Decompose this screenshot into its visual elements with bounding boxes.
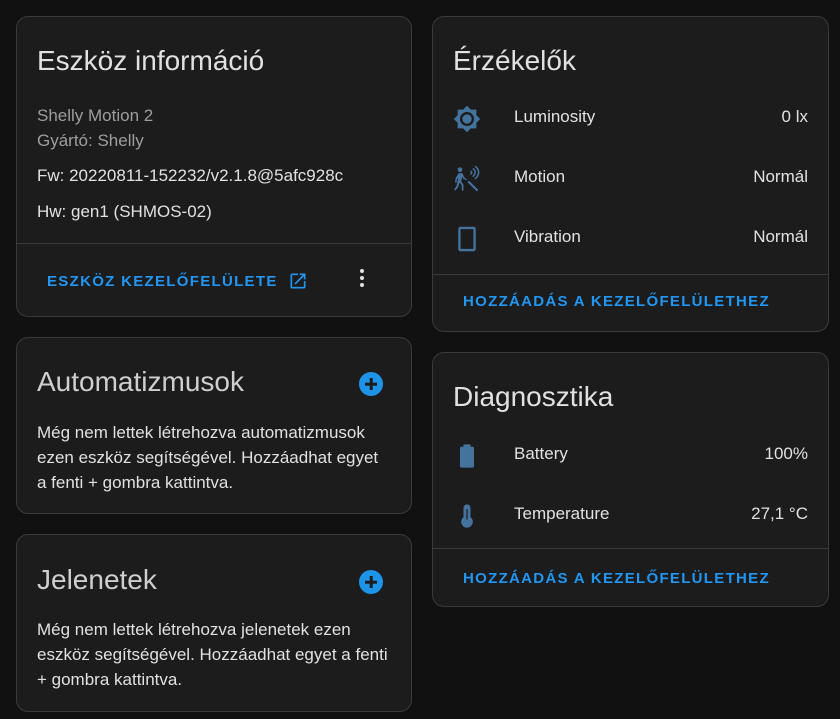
divider <box>433 548 828 549</box>
sensors-add-to-dashboard-button[interactable]: HOZZÁADÁS A KEZELŐFELÜLETHEZ <box>463 293 770 310</box>
sensor-row-luminosity[interactable]: Luminosity 0 lx <box>433 97 828 137</box>
sensor-label: Vibration <box>514 227 581 246</box>
device-info-title: Eszköz információ <box>37 45 265 76</box>
diagnostic-value: 27,1 °C <box>751 504 808 523</box>
sensors-card: Érzékelők Luminosity 0 lx Motion Normál … <box>432 16 829 332</box>
battery-icon <box>460 444 474 468</box>
thermometer-icon <box>461 504 473 528</box>
device-info-card: Eszköz információ Shelly Motion 2 Gyártó… <box>16 16 412 317</box>
sensor-label: Motion <box>514 167 566 186</box>
add-automation-button[interactable] <box>359 372 383 396</box>
scenes-card: Jelenetek Még nem lettek létrehozva jele… <box>16 534 412 712</box>
diagnostic-label: Battery <box>514 444 568 463</box>
diagnostics-card: Diagnosztika Battery 100% Temperature 27… <box>432 352 829 607</box>
motion-sensor-icon <box>454 165 480 192</box>
divider <box>433 274 828 275</box>
sensor-value: Normál <box>753 167 808 186</box>
diagnostics-add-to-dashboard-button[interactable]: HOZZÁADÁS A KEZELŐFELÜLETHEZ <box>463 570 770 587</box>
diagnostics-title: Diagnosztika <box>453 381 614 412</box>
device-manufacturer: Gyártó: Shelly <box>37 131 144 150</box>
diagnostic-row-temperature[interactable]: Temperature 27,1 °C <box>433 494 828 534</box>
automations-card: Automatizmusok Még nem lettek létrehozva… <box>16 337 412 514</box>
diagnostic-value: 100% <box>764 444 808 463</box>
diagnostic-row-battery[interactable]: Battery 100% <box>433 434 828 474</box>
device-firmware: Fw: 20220811-152232/v2.1.8@5afc928c <box>37 166 344 185</box>
sensor-value: Normál <box>753 227 808 246</box>
dots-vertical-icon[interactable] <box>359 269 365 290</box>
automations-empty-text: Még nem lettek létrehozva automatizmusok… <box>37 423 379 492</box>
sensors-title: Érzékelők <box>453 45 576 76</box>
sensor-row-motion[interactable]: Motion Normál <box>433 157 828 197</box>
open-in-new-icon <box>290 273 306 289</box>
sensor-row-vibration[interactable]: Vibration Normál <box>433 217 828 257</box>
visit-device-label: ESZKÖZ KEZELŐFELÜLETE <box>47 272 278 290</box>
sensor-value: 0 lx <box>781 107 808 126</box>
automations-title: Automatizmusok <box>37 366 244 397</box>
divider <box>17 243 411 244</box>
device-model: Shelly Motion 2 <box>37 106 154 125</box>
device-hardware: Hw: gen1 (SHMOS-02) <box>37 202 212 221</box>
scenes-empty-text: Még nem lettek létrehozva jelenetek ezen… <box>37 620 388 689</box>
vibration-icon <box>458 226 476 252</box>
sensor-label: Luminosity <box>514 107 596 126</box>
add-scene-button[interactable] <box>359 570 383 594</box>
diagnostic-label: Temperature <box>514 504 610 523</box>
brightness-icon <box>453 105 481 133</box>
visit-device-button[interactable]: ESZKÖZ KEZELŐFELÜLETE <box>47 271 308 291</box>
scenes-title: Jelenetek <box>37 564 157 595</box>
